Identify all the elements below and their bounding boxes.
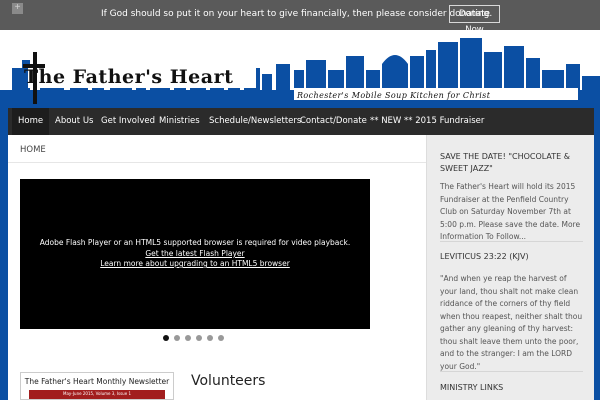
sidebar: SAVE THE DATE! "CHOCOLATE & SWEET JAZZ" … [426, 135, 594, 400]
nav-item-contact-donate[interactable]: Contact/Donate [300, 108, 367, 135]
sidebar-divider [440, 371, 583, 372]
expand-icon[interactable]: + [12, 3, 23, 14]
volunteers-heading: Volunteers [191, 373, 266, 389]
slider-dot[interactable] [174, 335, 180, 341]
save-the-date-title: SAVE THE DATE! "CHOCOLATE & SWEET JAZZ" [440, 152, 570, 173]
nav-item-get-involved[interactable]: Get Involved [101, 108, 155, 135]
leviticus-title: LEVITICUS 23:22 (KJV) [440, 252, 529, 261]
site-logo-title[interactable]: The Father's Heart [24, 66, 233, 88]
nav-item-home[interactable]: Home [12, 108, 50, 135]
sidebar-divider [440, 241, 583, 242]
nav-item-ministries[interactable]: Ministries [159, 108, 200, 135]
html5-upgrade-link[interactable]: Learn more about upgrading to an HTML5 b… [20, 259, 370, 268]
slider-dot[interactable] [207, 335, 213, 341]
get-flash-link[interactable]: Get the latest Flash Player [20, 249, 370, 258]
flash-required-message: Adobe Flash Player or an HTML5 supported… [39, 238, 351, 247]
save-the-date-text: The Father's Heart will hold its 2015 Fu… [440, 182, 581, 241]
slider-dot[interactable] [218, 335, 224, 341]
newsletter-title: The Father's Heart Monthly Newsletter [24, 377, 170, 386]
donation-message: If God should so put it on your heart to… [101, 9, 493, 19]
nav-item-schedule-newsletters[interactable]: Schedule/Newsletters [209, 108, 301, 135]
slider-dot[interactable] [185, 335, 191, 341]
donate-now-button[interactable]: Donate Now [449, 5, 500, 35]
divider [8, 162, 426, 163]
nav-item-2015-fundraiser[interactable]: ** NEW ** 2015 Fundraiser [370, 108, 484, 135]
slider-dot[interactable] [196, 335, 202, 341]
site-header: × The Father's Heart Rochester's Mobile … [0, 30, 600, 108]
newsletter-issue-label: May-June 2015, Volume 3, Issue 1 [63, 391, 131, 396]
leviticus-text: "And when ye reap the harvest of your la… [440, 274, 583, 371]
video-player[interactable]: Adobe Flash Player or an HTML5 supported… [20, 179, 370, 329]
main-content: HOME Adobe Flash Player or an HTML5 supp… [8, 135, 426, 400]
close-icon[interactable]: × [584, 52, 592, 66]
nav-bar: Home About Us Get Involved Ministries Sc… [8, 108, 594, 135]
main-navigation: Home About Us Get Involved Ministries Sc… [0, 108, 600, 135]
newsletter-thumbnail[interactable]: The Father's Heart Monthly Newsletter Ma… [20, 372, 174, 400]
breadcrumb[interactable]: HOME [20, 145, 46, 155]
newsletter-issue-banner: May-June 2015, Volume 3, Issue 1 [29, 390, 165, 399]
site-tagline: Rochester's Mobile Soup Kitchen for Chri… [297, 91, 491, 100]
nav-item-about-us[interactable]: About Us [55, 108, 93, 135]
donation-bar: + If God should so put it on your heart … [0, 0, 600, 35]
slider-dot[interactable] [163, 335, 169, 341]
ministry-links-title: MINISTRY LINKS [440, 383, 504, 392]
